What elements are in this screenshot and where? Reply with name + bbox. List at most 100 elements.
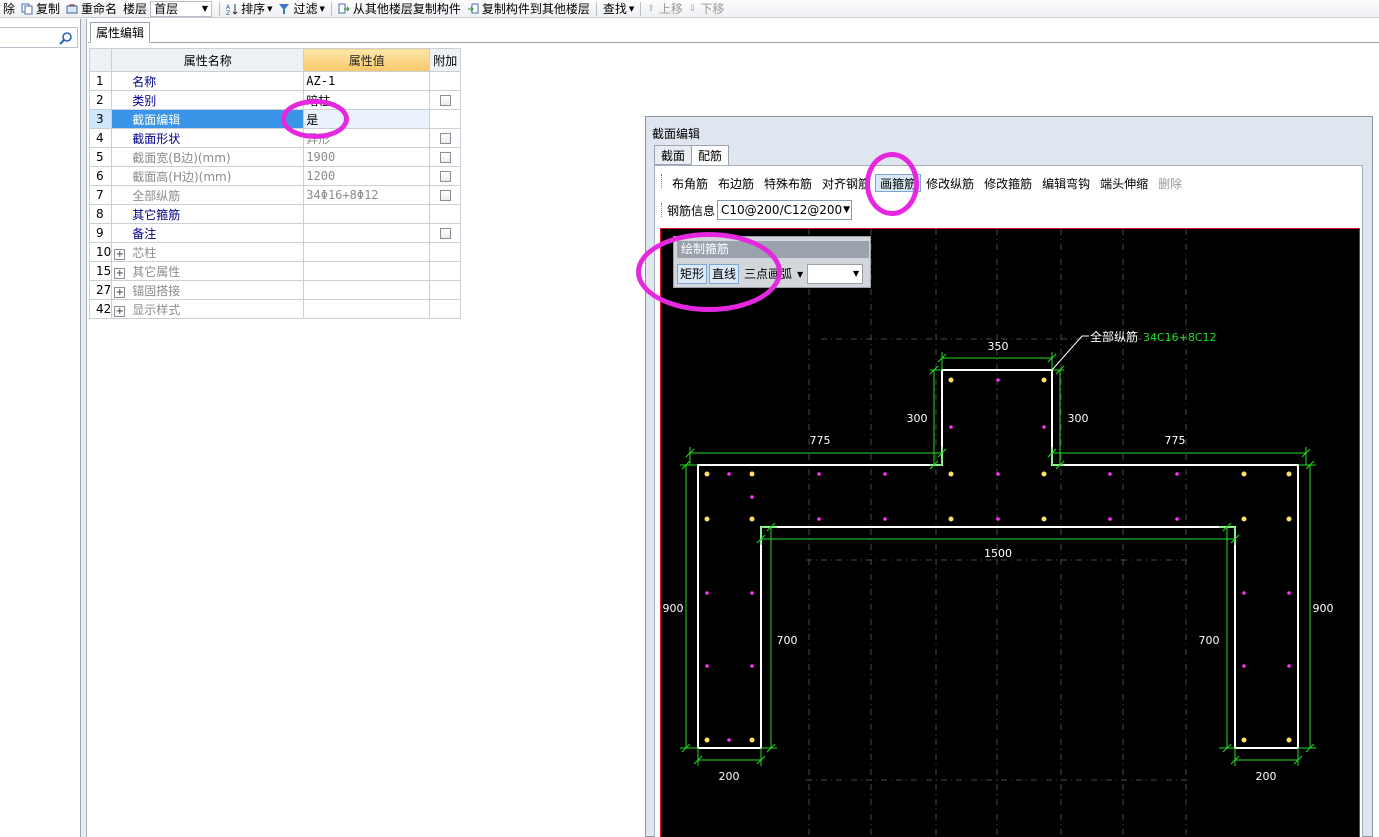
draw-stirrup-button[interactable]: 画箍筋 [875,174,922,192]
modify-stirrup-button[interactable]: 修改箍筋 [979,174,1037,192]
palette-option-select[interactable]: ▼ [807,264,864,284]
rebar-point[interactable] [996,472,1000,476]
move-up-button[interactable]: ⇧ 上移 [644,0,686,18]
rebar-point[interactable] [949,425,953,429]
extra-checkbox[interactable] [439,95,451,106]
delete-rebar-button[interactable]: 删除 [1153,174,1187,192]
rebar-point[interactable] [1108,517,1112,521]
edit-hook-button[interactable]: 编辑弯钩 [1037,174,1095,192]
property-group[interactable]: + 显示样式 [111,299,305,319]
three-point-arc-button[interactable]: 三点画弧 [741,264,795,284]
rebar-point[interactable] [1287,591,1291,595]
rebar-point[interactable] [1286,471,1292,477]
rebar-point[interactable] [948,377,954,383]
table-row[interactable]: 4 截面形状 异形 [88,128,462,148]
property-group[interactable]: + 芯柱 [111,242,305,262]
header-extra[interactable]: 附加 [429,48,462,72]
table-row[interactable]: 15 + 其它属性 [88,261,462,281]
floor-select[interactable]: 首层 ▼ [150,0,213,17]
table-row[interactable]: 2 类别 暗柱 [88,90,462,110]
rebar-point[interactable] [948,516,954,522]
palette-title[interactable]: 绘制箍筋 [677,241,869,258]
rebar-point[interactable] [883,472,887,476]
rebar-info-select[interactable]: C10@200/C12@200 ▼ [717,200,853,220]
table-row[interactable]: 3 截面编辑 是 [88,109,462,129]
find-button[interactable]: 查找 ▼ [600,0,637,18]
table-row[interactable]: 8 其它箍筋 [88,204,462,224]
rebar-point[interactable] [883,517,887,521]
table-row[interactable]: 10 + 芯柱 [88,242,462,262]
expand-icon[interactable]: + [114,248,126,260]
sort-button[interactable]: AZ 排序 ▼ [223,0,275,18]
tab-property-edit[interactable]: 属性编辑 [90,22,151,43]
rebar-point[interactable] [996,378,1000,382]
end-extend-button[interactable]: 端头伸缩 [1095,174,1153,192]
property-group[interactable]: + 其它属性 [111,261,305,281]
rebar-point[interactable] [1041,471,1047,477]
property-value[interactable]: 34Φ16+8Φ12 [303,185,431,205]
rebar-point[interactable] [996,517,1000,521]
property-value[interactable]: 异形 [303,128,431,148]
pane-splitter[interactable] [81,19,87,837]
property-name[interactable]: 类别 [111,90,305,110]
rebar-point[interactable] [1041,516,1047,522]
extra-checkbox[interactable] [439,171,451,182]
rebar-point[interactable] [749,471,755,477]
property-value[interactable] [303,204,431,224]
rebar-point[interactable] [727,738,731,742]
table-row[interactable]: 9 备注 [88,223,462,243]
tab-reinforcement[interactable]: 配筋 [691,145,730,166]
align-rebar-button[interactable]: 对齐钢筋 [817,174,875,192]
property-value[interactable]: AZ-1 [303,71,431,91]
rebar-point[interactable] [750,591,754,595]
line-mode-button[interactable]: 直线 [709,264,740,284]
rebar-point[interactable] [1287,664,1291,668]
edge-rebar-button[interactable]: 布边筋 [713,174,759,192]
property-name[interactable]: 截面高(H边)(mm) [111,166,305,186]
rebar-point[interactable] [1175,472,1179,476]
expand-icon[interactable]: + [114,267,126,279]
rebar-point[interactable] [948,471,954,477]
property-value[interactable]: 1200 [303,166,431,186]
property-name[interactable]: 备注 [111,223,305,243]
property-name[interactable]: 名称 [111,71,305,91]
rebar-point[interactable] [749,516,755,522]
rebar-point[interactable] [705,664,709,668]
delete-button[interactable]: 除 [0,0,18,18]
chevron-down-icon[interactable]: ▼ [797,270,803,279]
header-property-name[interactable]: 属性名称 [111,48,305,72]
expand-icon[interactable]: + [114,305,126,317]
rebar-point[interactable] [817,517,821,521]
property-name[interactable]: 全部纵筋 [111,185,305,205]
rebar-point[interactable] [704,516,710,522]
rebar-point[interactable] [704,737,710,743]
extra-checkbox[interactable] [439,152,451,163]
extra-checkbox[interactable] [439,228,451,239]
rebar-point[interactable] [1242,664,1246,668]
copy-to-floors-button[interactable]: 复制构件到其他楼层 [464,0,593,18]
rebar-point[interactable] [1241,516,1247,522]
rebar-point[interactable] [1286,737,1292,743]
property-name[interactable]: 其它箍筋 [111,204,305,224]
property-value[interactable] [303,223,431,243]
rebar-point[interactable] [1175,517,1179,521]
toolbar-grip[interactable] [661,174,664,188]
property-value[interactable]: 是 [303,109,431,129]
rebar-point[interactable] [750,495,754,499]
toolbar-grip[interactable] [661,203,664,217]
rebar-point[interactable] [750,664,754,668]
rebar-point[interactable] [1286,516,1292,522]
rebar-point[interactable] [1041,377,1047,383]
rebar-point[interactable] [1241,737,1247,743]
modify-longitudinal-button[interactable]: 修改纵筋 [921,174,979,192]
section-canvas[interactable]: 350 300 300 775 775 1500 900 900 700 700… [660,228,1360,837]
table-row[interactable]: 5 截面宽(B边)(mm) 1900 [88,147,462,167]
rebar-yellow[interactable] [704,377,1292,743]
copy-button[interactable]: 复制 [18,0,63,18]
special-rebar-button[interactable]: 特殊布筋 [759,174,817,192]
table-row[interactable]: 7 全部纵筋 34Φ16+8Φ12 [88,185,462,205]
rebar-point[interactable] [727,472,731,476]
rebar-point[interactable] [705,591,709,595]
property-name[interactable]: 截面形状 [111,128,305,148]
extra-checkbox[interactable] [439,133,451,144]
